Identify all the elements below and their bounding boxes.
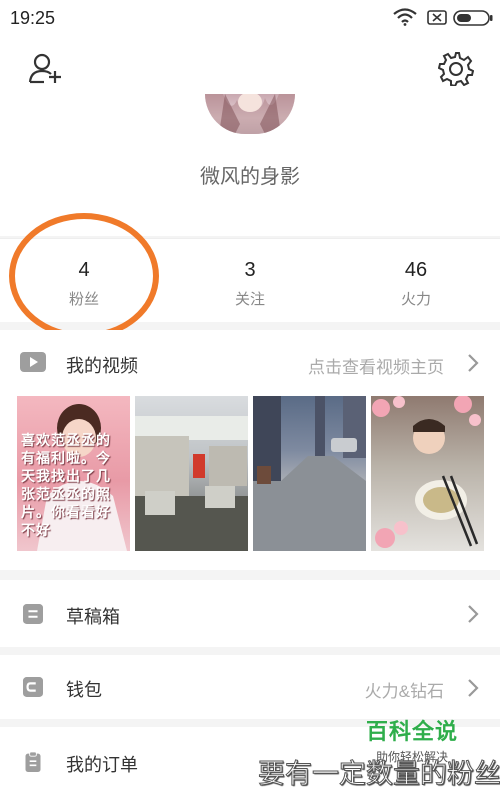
close-box-icon	[427, 10, 447, 25]
wallet-icon	[23, 677, 43, 697]
profile-header: 微风的身影	[0, 36, 500, 236]
orders-title: 我的订单	[66, 755, 138, 775]
watermark-title: 百科全说	[365, 719, 458, 744]
add-friend-icon[interactable]	[28, 52, 64, 84]
wallet-title: 钱包	[66, 680, 102, 700]
video-caption-overlay: 要有一定数量的粉丝	[258, 759, 500, 790]
drafts-icon	[23, 604, 43, 624]
video-homepage-link[interactable]: 点击查看视频主页	[308, 353, 444, 378]
stat-fans-label: 粉丝	[68, 291, 99, 308]
video-thumbnail-caption: 喜欢范丞丞的有福利啦。今天我找出了几张范丞丞的照片。你看看好不好	[21, 432, 111, 538]
my-videos-title[interactable]: 我的视频	[66, 352, 138, 378]
stat-following[interactable]: 3 关注	[190, 259, 310, 309]
wallet-subtitle: 火力&钻石	[364, 682, 444, 701]
drafts-row[interactable]: 草稿箱	[0, 580, 500, 647]
status-time: 19:25	[10, 8, 56, 28]
stat-firepower-label: 火力	[400, 291, 431, 308]
profile-name: 微风的身影	[200, 166, 300, 188]
stat-firepower[interactable]: 46 火力	[356, 259, 476, 309]
chevron-right-icon[interactable]	[466, 353, 480, 373]
stat-firepower-value: 46	[404, 259, 428, 281]
avatar[interactable]	[205, 94, 295, 134]
stat-following-value: 3	[244, 259, 256, 281]
status-bar: 19:25	[0, 0, 500, 36]
wifi-icon	[393, 8, 417, 26]
wallet-row[interactable]: 钱包 火力&钻石	[0, 655, 500, 719]
drafts-title: 草稿箱	[66, 607, 120, 627]
my-videos-section: 我的视频 点击查看视频主页 喜欢范丞丞的有福利啦。今天我找出了几张范丞丞的照片。…	[0, 330, 500, 570]
chevron-right-icon	[468, 679, 479, 697]
video-icon	[20, 352, 46, 372]
video-thumbnail[interactable]	[371, 396, 484, 551]
stat-following-label: 关注	[234, 291, 265, 308]
chevron-right-icon	[468, 605, 479, 623]
stats-bar: 4 粉丝 3 关注 46 火力	[0, 238, 500, 322]
stat-fans[interactable]: 4 粉丝	[24, 259, 144, 309]
settings-icon[interactable]	[438, 50, 474, 86]
orders-icon	[25, 752, 41, 772]
video-thumbnail[interactable]: 喜欢范丞丞的有福利啦。今天我找出了几张范丞丞的照片。你看看好不好	[17, 396, 130, 551]
stat-fans-value: 4	[78, 259, 90, 281]
battery-icon	[453, 10, 493, 26]
video-thumbnail[interactable]	[253, 396, 366, 551]
video-thumbnail[interactable]	[135, 396, 248, 551]
